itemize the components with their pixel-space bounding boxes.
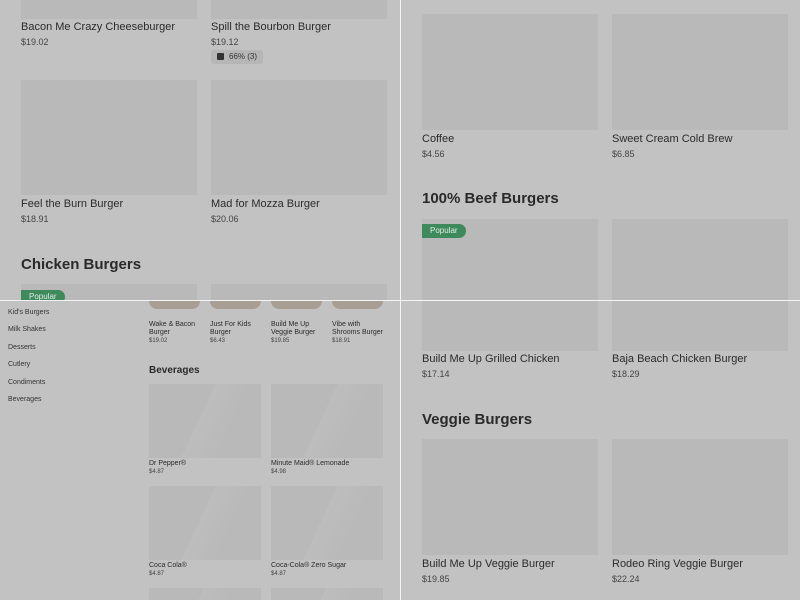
sidebar-item-condiments[interactable]: Condiments [8,379,45,386]
item-image[interactable] [210,301,261,309]
item-name[interactable]: Dr Pepper® [149,460,186,468]
section-title: Veggie Burgers [422,411,533,428]
item-price: $4.87 [149,469,165,475]
item-name[interactable]: Bacon Me Crazy Cheeseburger [21,21,175,33]
item-price: $20.06 [211,214,239,224]
item-name[interactable]: Spill the Bourbon Burger [211,21,331,33]
item-image[interactable] [612,219,788,300]
item-name[interactable]: Mad for Mozza Burger [211,198,320,210]
item-image[interactable] [612,439,788,555]
item-name[interactable]: Sweet Cream Cold Brew [612,133,732,145]
item-price: $22.24 [612,574,640,584]
item-image[interactable] [422,301,598,351]
rating-badge: 66% (3) [211,50,264,64]
item-name[interactable]: Vibe with Shrooms Burger [332,321,388,337]
sidebar-item-cutlery[interactable]: Cutlery [8,361,30,368]
menu-panel-top-right: Coffee $4.56 Sweet Cream Cold Brew $6.85… [401,0,800,300]
item-name[interactable]: Coca-Cola® Zero Sugar [271,562,346,570]
section-title: 100% Beef Burgers [422,190,559,207]
rating-text: 66% (3) [229,52,258,61]
item-image[interactable] [21,0,197,19]
item-price: $19.12 [211,37,239,47]
item-name[interactable]: Rodeo Ring Veggie Burger [612,558,743,570]
item-price: $18.29 [612,369,640,379]
popular-badge: Popular [422,224,466,238]
sidebar-item-desserts[interactable]: Desserts [8,344,36,351]
horizontal-divider [0,300,800,301]
item-name[interactable]: Coffee [422,133,454,145]
item-price: $4.98 [271,469,287,475]
item-image[interactable] [149,588,261,600]
menu-panel-bottom-right: Build Me Up Grilled Chicken $17.14 Baja … [401,301,800,600]
item-image[interactable] [612,14,788,130]
menu-panel-bottom-left: Kid's Burgers Milk Shakes Desserts Cutle… [0,301,400,600]
sidebar-item-kids-burgers[interactable]: Kid's Burgers [8,309,49,316]
item-image[interactable] [149,301,200,309]
item-name[interactable]: Build Me Up Veggie Burger [422,558,555,570]
item-image[interactable] [271,384,383,458]
item-name[interactable]: Coca Cola® [149,562,187,570]
item-name[interactable]: Build Me Up Grilled Chicken [422,353,560,365]
item-price: $19.02 [21,37,49,47]
menu-panel-top-left: Bacon Me Crazy Cheeseburger $19.02 Spill… [0,0,400,300]
item-name[interactable]: Feel the Burn Burger [21,198,123,210]
item-price: $19.85 [422,574,450,584]
item-image[interactable] [422,439,598,555]
sidebar-item-beverages[interactable]: Beverages [8,396,41,403]
item-price: $18.91 [21,214,49,224]
thumbs-up-icon [217,53,224,60]
item-image[interactable] [149,486,261,560]
item-price: $4.87 [271,571,287,577]
item-image[interactable] [271,301,322,309]
section-title: Beverages [149,365,200,376]
sidebar-item-milk-shakes[interactable]: Milk Shakes [8,326,46,333]
item-image[interactable] [211,0,387,19]
item-name[interactable]: Just For Kids Burger [210,321,265,337]
item-image[interactable] [271,588,383,600]
section-title: Chicken Burgers [21,256,142,273]
item-name[interactable]: Minute Maid® Lemonade [271,460,349,468]
item-image[interactable] [271,486,383,560]
item-image[interactable] [21,80,197,195]
item-price: $6.85 [612,149,635,159]
item-price: $4.87 [149,571,165,577]
item-image[interactable] [422,14,598,130]
item-image[interactable] [332,301,383,309]
item-price: $6.43 [210,338,226,344]
item-price: $4.56 [422,149,445,159]
item-price: $19.02 [149,338,168,344]
item-image[interactable] [211,80,387,195]
item-price: $17.14 [422,369,450,379]
item-image[interactable] [149,384,261,458]
item-name[interactable]: Wake & Bacon Burger [149,321,204,337]
item-price: $18.91 [332,338,351,344]
popular-badge: Popular [21,290,65,300]
item-image[interactable] [211,284,387,300]
item-image[interactable] [612,301,788,351]
item-price: $19.85 [271,338,290,344]
item-name[interactable]: Build Me Up Veggie Burger [271,321,326,337]
item-name[interactable]: Baja Beach Chicken Burger [612,353,747,365]
